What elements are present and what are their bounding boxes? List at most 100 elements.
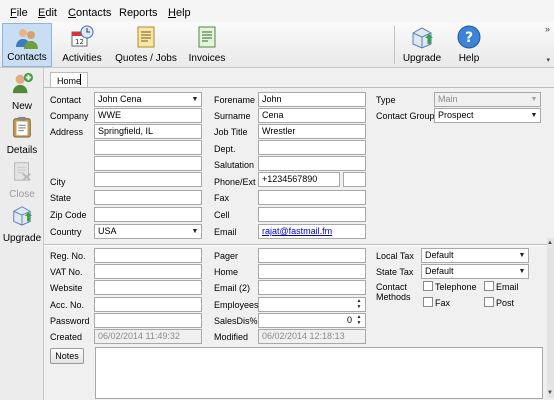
reg-no-field[interactable]	[94, 248, 202, 263]
salutation-label: Salutation	[214, 160, 255, 170]
pager-field[interactable]	[258, 248, 366, 263]
contact-group-select[interactable]: Prospect ▼	[434, 108, 541, 123]
telephone-checkbox-label: Telephone	[435, 282, 477, 292]
job-title-label: Job Title	[214, 127, 248, 137]
menu-contacts[interactable]: Contacts	[68, 7, 111, 19]
close-document-icon	[14, 162, 31, 181]
address-line-1-field[interactable]: Springfield, IL	[94, 124, 202, 139]
scroll-down-icon[interactable]: ▼	[547, 390, 553, 396]
phone-field[interactable]: +1234567890	[258, 172, 340, 187]
upgrade-sidebar-button[interactable]: Upgrade	[0, 202, 44, 246]
pager-label: Pager	[214, 251, 239, 261]
email-2-field[interactable]	[258, 280, 366, 295]
add-person-icon	[12, 72, 33, 94]
details-button[interactable]: Details	[0, 114, 44, 158]
salutation-field[interactable]	[258, 156, 366, 171]
country-label: Country	[50, 227, 82, 237]
surname-label: Surname	[214, 111, 251, 121]
close-button[interactable]: Close	[0, 158, 44, 202]
country-select[interactable]: USA ▼	[94, 224, 202, 239]
notes-textarea[interactable]	[95, 347, 543, 399]
vat-no-field[interactable]	[94, 264, 202, 279]
new-button[interactable]: New	[0, 70, 44, 114]
state-tax-select[interactable]: Default ▼	[421, 264, 529, 279]
phone-ext-label: Phone/Ext	[214, 177, 256, 187]
telephone-checkbox[interactable]	[423, 281, 433, 291]
company-field[interactable]: WWE	[94, 108, 202, 123]
job-title-field[interactable]: Wrestler	[258, 124, 366, 139]
quotes-jobs-toolbar-button[interactable]: Quotes / Jobs	[110, 23, 182, 67]
activities-toolbar-button[interactable]: 12 Activities	[58, 23, 106, 67]
city-field[interactable]	[94, 172, 202, 187]
local-tax-select[interactable]: Default ▼	[421, 248, 529, 263]
upgrade-box-icon	[412, 27, 433, 49]
home-phone-field[interactable]	[258, 264, 366, 279]
state-field[interactable]	[94, 190, 202, 205]
employees-stepper[interactable]: ▲ ▼	[258, 297, 366, 312]
menu-reports[interactable]: Reports	[119, 7, 158, 19]
address-line-3-field[interactable]	[94, 156, 202, 171]
password-label: Password	[50, 316, 90, 326]
surname-field[interactable]: Cena	[258, 108, 366, 123]
address-label: Address	[50, 127, 84, 137]
tab-home[interactable]: Home	[50, 72, 89, 88]
svg-text:?: ?	[465, 30, 473, 46]
upgrade-toolbar-button[interactable]: Upgrade	[398, 23, 446, 67]
forename-field[interactable]: John	[258, 92, 366, 107]
contact-group-label: Contact Group	[376, 111, 435, 121]
vat-no-label: VAT No.	[50, 267, 83, 277]
email-link[interactable]: rajat@fastmail.fm	[262, 226, 332, 236]
invoices-toolbar-button[interactable]: Invoices	[184, 23, 230, 67]
employees-label: Employees	[214, 300, 259, 310]
help-toolbar-button[interactable]: ? Help	[450, 23, 488, 67]
cell-field[interactable]	[258, 207, 366, 222]
menu-edit[interactable]: Edit	[38, 7, 57, 19]
fax-checkbox[interactable]	[423, 297, 433, 307]
zip-code-field[interactable]	[94, 207, 202, 222]
toolbar-separator	[394, 26, 395, 64]
panel-scrollbar[interactable]: ▲ ▼	[547, 238, 554, 398]
type-select: Main ▼	[434, 92, 541, 107]
dept-field[interactable]	[258, 140, 366, 155]
extension-field[interactable]	[343, 172, 366, 187]
fax-field[interactable]	[258, 190, 366, 205]
calendar-clock-icon: 12	[71, 25, 94, 47]
home-label: Home	[214, 267, 239, 277]
toolbar: Contacts 12 Activities Quotes / Jobs Inv…	[0, 22, 554, 68]
stepper-arrows-icon[interactable]: ▲ ▼	[354, 314, 364, 326]
contacts-toolbar-button[interactable]: Contacts	[2, 23, 52, 67]
city-label: City	[50, 177, 66, 187]
contact-details-area: Home Contact Company Address City State …	[44, 68, 554, 400]
email-2-label: Email (2)	[214, 283, 251, 293]
contact-methods-label-2: Methods	[376, 292, 411, 302]
chevron-down-icon: ▼	[191, 96, 199, 103]
notes-button[interactable]: Notes	[50, 348, 84, 364]
document-list-icon	[137, 26, 155, 48]
clipboard-icon	[13, 116, 31, 138]
email-field[interactable]: rajat@fastmail.fm	[258, 224, 366, 239]
email-checkbox[interactable]	[484, 281, 494, 291]
sales-discount-stepper[interactable]: 0 ▲ ▼	[258, 313, 366, 328]
scroll-up-icon[interactable]: ▲	[547, 240, 553, 246]
address-line-2-field[interactable]	[94, 140, 202, 155]
menu-help[interactable]: Help	[168, 7, 191, 19]
toolbar-dropdown-arrow[interactable]: ▾	[546, 56, 550, 64]
stepper-arrows-icon[interactable]: ▲ ▼	[354, 298, 364, 310]
state-tax-label: State Tax	[376, 267, 414, 277]
email-label: Email	[214, 227, 237, 237]
chevron-down-icon: ▼	[518, 252, 526, 259]
menu-file[interactable]: File	[10, 7, 28, 19]
contact-select[interactable]: John Cena ▼	[94, 92, 202, 107]
people-icon	[16, 29, 38, 49]
acc-no-field[interactable]	[94, 297, 202, 312]
chevron-down-icon: ▼	[530, 112, 538, 119]
website-field[interactable]	[94, 280, 202, 295]
toolbar-overflow-chevron[interactable]: »	[545, 24, 550, 34]
state-label: State	[50, 193, 72, 203]
action-sidebar: New Details Close Upgrade	[0, 68, 44, 400]
help-icon: ?	[457, 25, 481, 49]
upgrade-box-icon	[13, 206, 33, 226]
post-checkbox[interactable]	[484, 297, 494, 307]
password-field[interactable]	[94, 313, 202, 328]
menu-bar: File Edit Contacts Reports Help	[0, 0, 554, 22]
